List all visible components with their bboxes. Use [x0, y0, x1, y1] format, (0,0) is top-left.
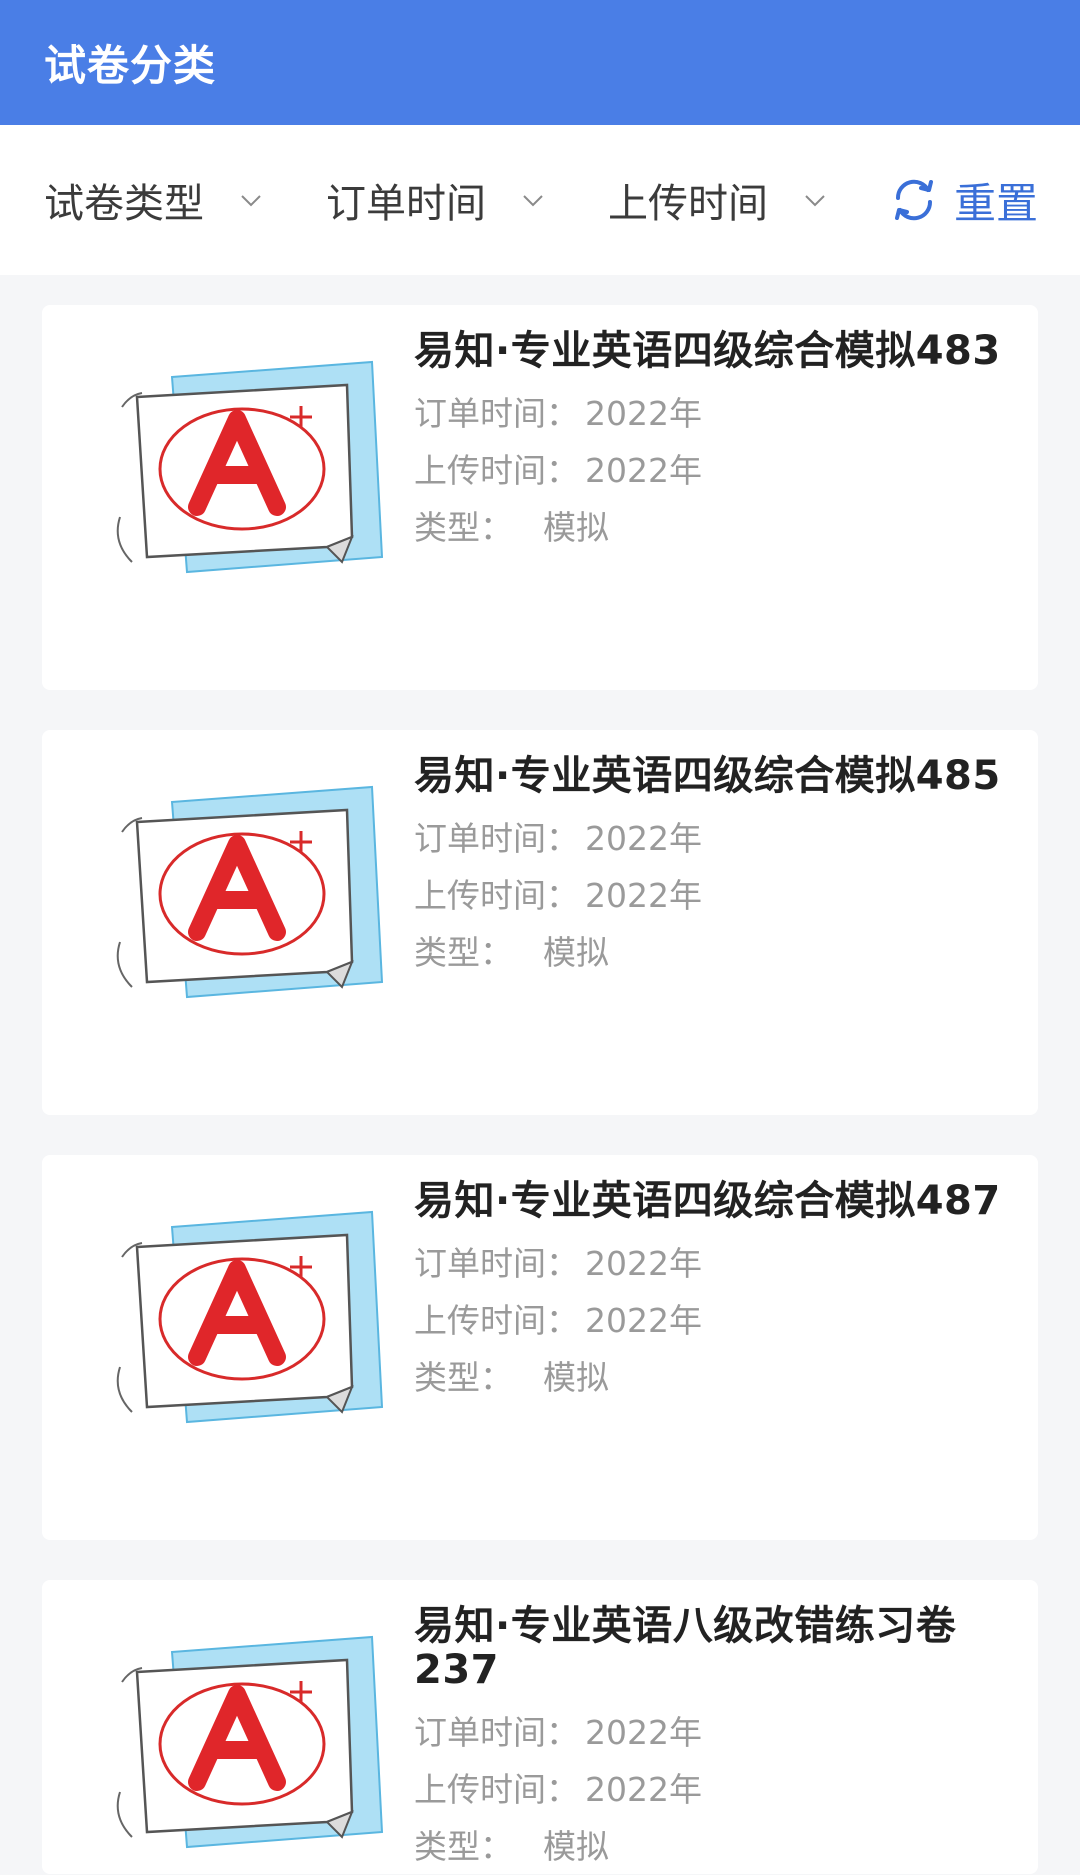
type-label: 类型：: [414, 1358, 513, 1397]
paper-title: 易知·专业英语八级改错练习卷237: [414, 1603, 957, 1693]
paper-title: 易知·专业英语四级综合模拟487: [414, 1178, 1001, 1224]
paper-card[interactable]: 易知·专业英语四级综合模拟483 订单时间： 2022年 上传时间： 2022年…: [42, 305, 1038, 690]
upload-time-filter[interactable]: 上传时间: [608, 171, 890, 229]
grade-a-plus-thumbnail: [116, 360, 384, 574]
order-time-filter-label: 订单时间: [326, 181, 486, 227]
type-row: 类型： 模拟: [414, 924, 1014, 981]
type-value: 模拟: [543, 508, 609, 547]
order-time-row: 订单时间： 2022年: [414, 1235, 1014, 1292]
chevron-down-icon: [523, 195, 543, 207]
order-time-value: 2022年: [585, 1713, 702, 1752]
type-value: 模拟: [543, 933, 609, 972]
upload-time-value: 2022年: [585, 1770, 702, 1809]
paper-info: 易知·专业英语四级综合模拟483 订单时间： 2022年 上传时间： 2022年…: [414, 329, 1014, 556]
chevron-down-icon: [805, 195, 825, 207]
order-time-label: 订单时间：: [414, 1713, 579, 1752]
order-time-label: 订单时间：: [414, 1244, 579, 1283]
order-time-value: 2022年: [585, 819, 702, 858]
chevron-down-icon: [241, 195, 261, 207]
upload-time-label: 上传时间：: [414, 1770, 579, 1809]
upload-time-label: 上传时间：: [414, 1301, 579, 1340]
paper-card[interactable]: 易知·专业英语八级改错练习卷237 订单时间： 2022年 上传时间： 2022…: [42, 1580, 1038, 1874]
upload-time-filter-label: 上传时间: [608, 181, 768, 227]
type-label: 类型：: [414, 508, 513, 547]
order-time-row: 订单时间： 2022年: [414, 1704, 1014, 1761]
upload-time-row: 上传时间： 2022年: [414, 1761, 1014, 1818]
paper-info: 易知·专业英语四级综合模拟485 订单时间： 2022年 上传时间： 2022年…: [414, 754, 1014, 981]
filter-bar: 试卷类型 订单时间 上传时间 重置: [0, 125, 1080, 275]
order-time-label: 订单时间：: [414, 819, 579, 858]
upload-time-value: 2022年: [585, 1301, 702, 1340]
type-label: 类型：: [414, 1827, 513, 1866]
paper-info: 易知·专业英语八级改错练习卷237 订单时间： 2022年 上传时间： 2022…: [414, 1604, 1014, 1875]
app-header: 试卷分类: [0, 0, 1080, 125]
type-value: 模拟: [543, 1358, 609, 1397]
paper-title: 易知·专业英语四级综合模拟485: [414, 753, 1001, 799]
order-time-row: 订单时间： 2022年: [414, 810, 1014, 867]
paper-type-filter-label: 试卷类型: [44, 181, 204, 227]
type-row: 类型： 模拟: [414, 499, 1014, 556]
upload-time-row: 上传时间： 2022年: [414, 442, 1014, 499]
reset-button[interactable]: 重置: [890, 170, 1038, 231]
paper-card[interactable]: 易知·专业英语四级综合模拟487 订单时间： 2022年 上传时间： 2022年…: [42, 1155, 1038, 1540]
grade-a-plus-thumbnail: [116, 1635, 384, 1849]
upload-time-label: 上传时间：: [414, 876, 579, 915]
upload-time-row: 上传时间： 2022年: [414, 867, 1014, 924]
upload-time-value: 2022年: [585, 451, 702, 490]
type-row: 类型： 模拟: [414, 1818, 1014, 1875]
type-label: 类型：: [414, 933, 513, 972]
page-title: 试卷分类: [44, 41, 217, 90]
paper-card[interactable]: 易知·专业英语四级综合模拟485 订单时间： 2022年 上传时间： 2022年…: [42, 730, 1038, 1115]
upload-time-value: 2022年: [585, 876, 702, 915]
grade-a-plus-thumbnail: [116, 1210, 384, 1424]
reset-label: 重置: [954, 178, 1039, 228]
upload-time-label: 上传时间：: [414, 451, 579, 490]
paper-info: 易知·专业英语四级综合模拟487 订单时间： 2022年 上传时间： 2022年…: [414, 1179, 1014, 1406]
refresh-icon: [895, 179, 933, 221]
grade-a-plus-thumbnail: [116, 785, 384, 999]
order-time-value: 2022年: [585, 394, 702, 433]
order-time-filter[interactable]: 订单时间: [326, 171, 608, 229]
paper-title: 易知·专业英语四级综合模拟483: [414, 328, 1001, 374]
order-time-label: 订单时间：: [414, 394, 579, 433]
order-time-row: 订单时间： 2022年: [414, 385, 1014, 442]
type-value: 模拟: [543, 1827, 609, 1866]
order-time-value: 2022年: [585, 1244, 702, 1283]
upload-time-row: 上传时间： 2022年: [414, 1292, 1014, 1349]
type-row: 类型： 模拟: [414, 1349, 1014, 1406]
paper-type-filter[interactable]: 试卷类型: [44, 171, 326, 229]
